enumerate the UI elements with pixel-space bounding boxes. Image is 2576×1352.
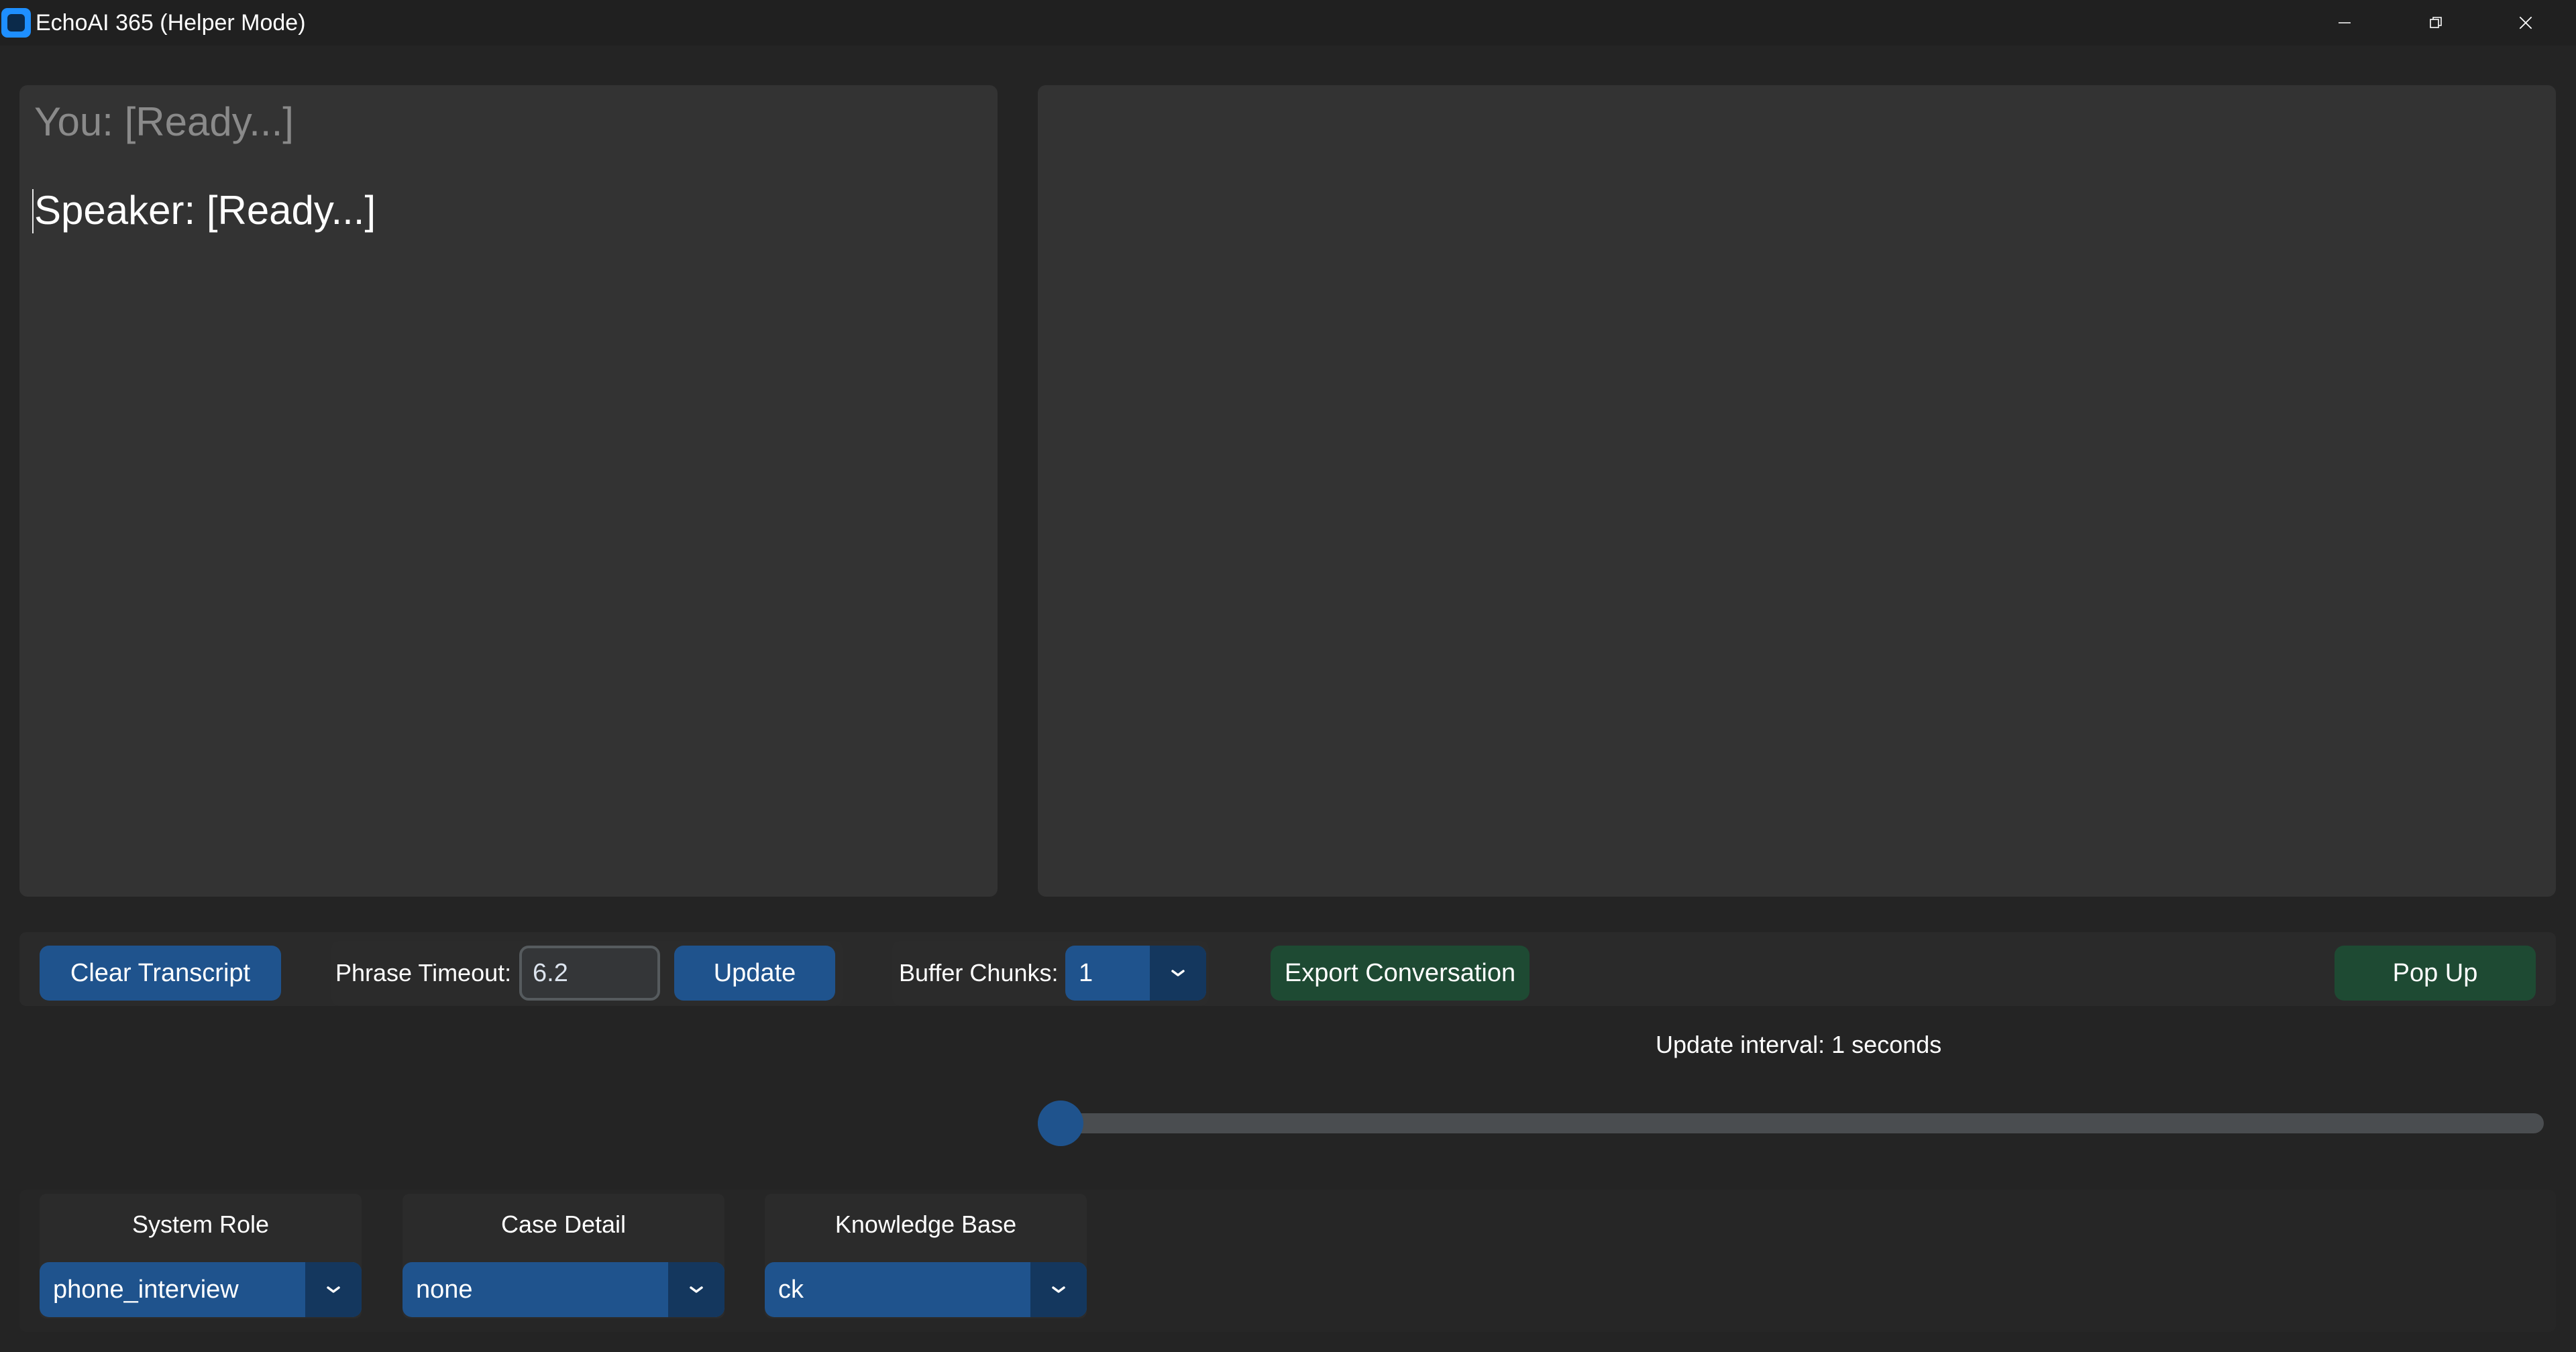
buffer-chunks-dropdown[interactable]: 1 xyxy=(1065,946,1206,1001)
system-role-title: System Role xyxy=(131,1210,270,1238)
buffer-chunks-arrow[interactable] xyxy=(1150,946,1206,1001)
app-window: EchoAI 365 (Helper Mode) You: [Ready...]… xyxy=(0,0,2576,1352)
case-detail-card: Case Detail none xyxy=(402,1194,724,1318)
phrase-timeout-input[interactable]: 6.2 xyxy=(519,946,660,1001)
case-detail-dropdown[interactable]: none xyxy=(402,1262,724,1317)
response-textbox[interactable] xyxy=(1038,85,2556,897)
restore-button[interactable] xyxy=(2392,0,2479,46)
minimize-icon xyxy=(2339,22,2351,23)
settings-bar xyxy=(19,1190,2556,1332)
restore-icon xyxy=(2430,17,2442,28)
export-conversation-button[interactable]: Export Conversation xyxy=(1271,946,1529,1001)
buffer-chunks-value: 1 xyxy=(1079,959,1093,987)
title-bar: EchoAI 365 (Helper Mode) xyxy=(0,0,2576,46)
phrase-timeout-label: Phrase Timeout: xyxy=(335,959,512,987)
buffer-chunks-label: Buffer Chunks: xyxy=(899,959,1059,987)
update-interval-slider[interactable] xyxy=(1038,1113,2544,1133)
knowledge-base-title: Knowledge Base xyxy=(835,1210,1017,1238)
chevron-down-icon xyxy=(1171,970,1185,976)
minimize-button[interactable] xyxy=(2301,0,2388,46)
knowledge-base-dropdown[interactable]: ck xyxy=(765,1262,1087,1317)
case-detail-value: none xyxy=(416,1276,473,1304)
transcript-you-line: You: [Ready...] xyxy=(34,99,294,144)
case-detail-arrow[interactable] xyxy=(668,1262,724,1317)
knowledge-base-arrow[interactable] xyxy=(1030,1262,1087,1317)
case-detail-title: Case Detail xyxy=(500,1210,627,1238)
system-role-arrow[interactable] xyxy=(305,1262,362,1317)
chevron-down-icon xyxy=(327,1286,340,1293)
transcript-speaker-line: Speaker: [Ready...] xyxy=(34,188,376,233)
update-interval-label: Update interval: 1 seconds xyxy=(1656,1031,1942,1058)
system-role-value: phone_interview xyxy=(53,1276,239,1304)
slider-thumb[interactable] xyxy=(1038,1101,1083,1146)
knowledge-base-value: ck xyxy=(778,1276,804,1304)
pop-up-button[interactable]: Pop Up xyxy=(2334,946,2536,1001)
system-role-dropdown[interactable]: phone_interview xyxy=(40,1262,362,1317)
knowledge-base-card: Knowledge Base ck xyxy=(765,1194,1087,1318)
close-icon xyxy=(2519,16,2532,30)
text-cursor xyxy=(32,189,34,233)
window-title: EchoAI 365 (Helper Mode) xyxy=(36,10,306,36)
update-button[interactable]: Update xyxy=(674,946,835,1001)
clear-transcript-button[interactable]: Clear Transcript xyxy=(40,946,281,1001)
app-icon xyxy=(1,8,31,38)
close-button[interactable] xyxy=(2482,0,2569,46)
system-role-card: System Role phone_interview xyxy=(40,1194,362,1318)
chevron-down-icon xyxy=(690,1286,703,1293)
chevron-down-icon xyxy=(1052,1286,1065,1293)
